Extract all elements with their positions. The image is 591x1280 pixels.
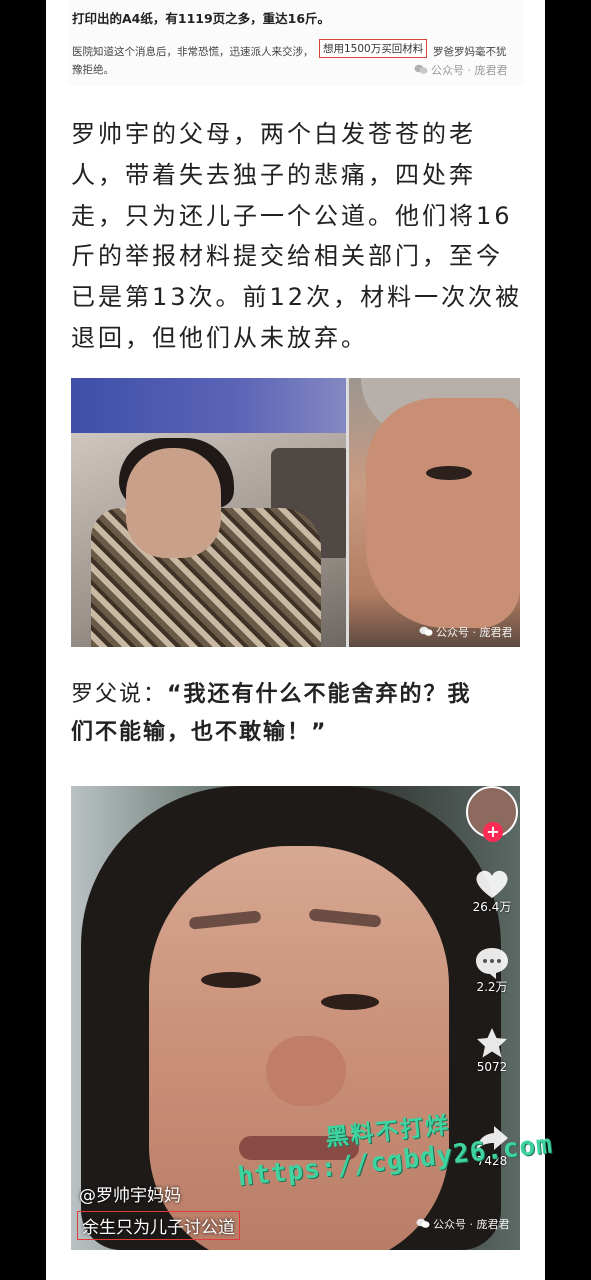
wechat-icon bbox=[419, 626, 433, 637]
like-action[interactable]: 26.4万 bbox=[464, 868, 520, 914]
follow-button[interactable]: + bbox=[483, 822, 503, 842]
wechat-icon bbox=[414, 64, 428, 75]
favorite-action[interactable]: 5072 bbox=[464, 1026, 520, 1074]
article-screenshot: 打印出的A4纸，有1119页之多，重达16斤。 医院知道这个消息后，非常恐慌，迅… bbox=[68, 0, 524, 86]
comment-icon bbox=[476, 948, 508, 979]
clip-line-tail: 罗爸罗妈毫不犹 bbox=[433, 46, 507, 58]
video-caption: 余生只为儿子讨公道 bbox=[77, 1211, 240, 1240]
video-watermark: 公众号 · 庞君君 bbox=[416, 1216, 510, 1232]
quote-line-two: 们不能输，也不敢输！” bbox=[71, 720, 328, 745]
wechat-icon bbox=[416, 1218, 430, 1229]
paragraph-line: 罗帅宇的父母，两个白发苍苍的老 bbox=[71, 120, 476, 148]
paragraph-line: 退回，但他们从未放弃。 bbox=[71, 323, 368, 352]
parents-photo: 公众号 · 庞君君 bbox=[71, 378, 520, 647]
clip-heading: 打印出的A4纸，有1119页之多，重达16斤。 bbox=[72, 11, 331, 26]
quote-speaker: 罗父说： bbox=[71, 682, 168, 707]
comment-count: 2.2万 bbox=[476, 980, 508, 994]
clip-watermark-text: 公众号 · 庞君君 bbox=[431, 64, 508, 77]
like-count: 26.4万 bbox=[472, 900, 512, 914]
heart-icon bbox=[476, 870, 508, 898]
star-icon bbox=[477, 1028, 507, 1058]
clip-highlight-box: 想用1500万买回材料 bbox=[319, 39, 428, 58]
clip-watermark: 公众号 · 庞君君 bbox=[414, 62, 508, 78]
video-watermark-text: 公众号 · 庞君君 bbox=[433, 1218, 510, 1231]
clip-line-two: 豫拒绝。 bbox=[72, 64, 114, 76]
paragraph-line: 已是第13次。前12次，材料一次次被 bbox=[71, 283, 523, 312]
favorite-count: 5072 bbox=[476, 1060, 508, 1074]
paragraph-line: 走，只为还儿子一个公道。他们将16 bbox=[71, 201, 513, 230]
article-paragraph: 罗帅宇的父母，两个白发苍苍的老 人，带着失去独子的悲痛，四处奔 走，只为还儿子一… bbox=[71, 114, 523, 359]
clip-line-lead: 医院知道这个消息后，非常恐慌，迅速派人来交涉， bbox=[72, 46, 314, 58]
creator-handle[interactable]: @罗帅宇妈妈 bbox=[79, 1181, 181, 1206]
article-page: 打印出的A4纸，有1119页之多，重达16斤。 医院知道这个消息后，非常恐慌，迅… bbox=[46, 0, 545, 1280]
photo-watermark: 公众号 · 庞君君 bbox=[419, 624, 513, 640]
father-quote: 罗父说：“我还有什么不能舍弃的？我 们不能输，也不敢输！” bbox=[71, 676, 523, 752]
comment-action[interactable]: 2.2万 bbox=[464, 946, 520, 994]
photo-watermark-text: 公众号 · 庞君君 bbox=[436, 626, 513, 639]
paragraph-line: 人，带着失去独子的悲痛，四处奔 bbox=[71, 160, 476, 189]
paragraph-line: 斤的举报材料提交给相关部门，至今 bbox=[71, 242, 503, 271]
quote-line-one: “我还有什么不能舍弃的？我 bbox=[167, 682, 472, 707]
